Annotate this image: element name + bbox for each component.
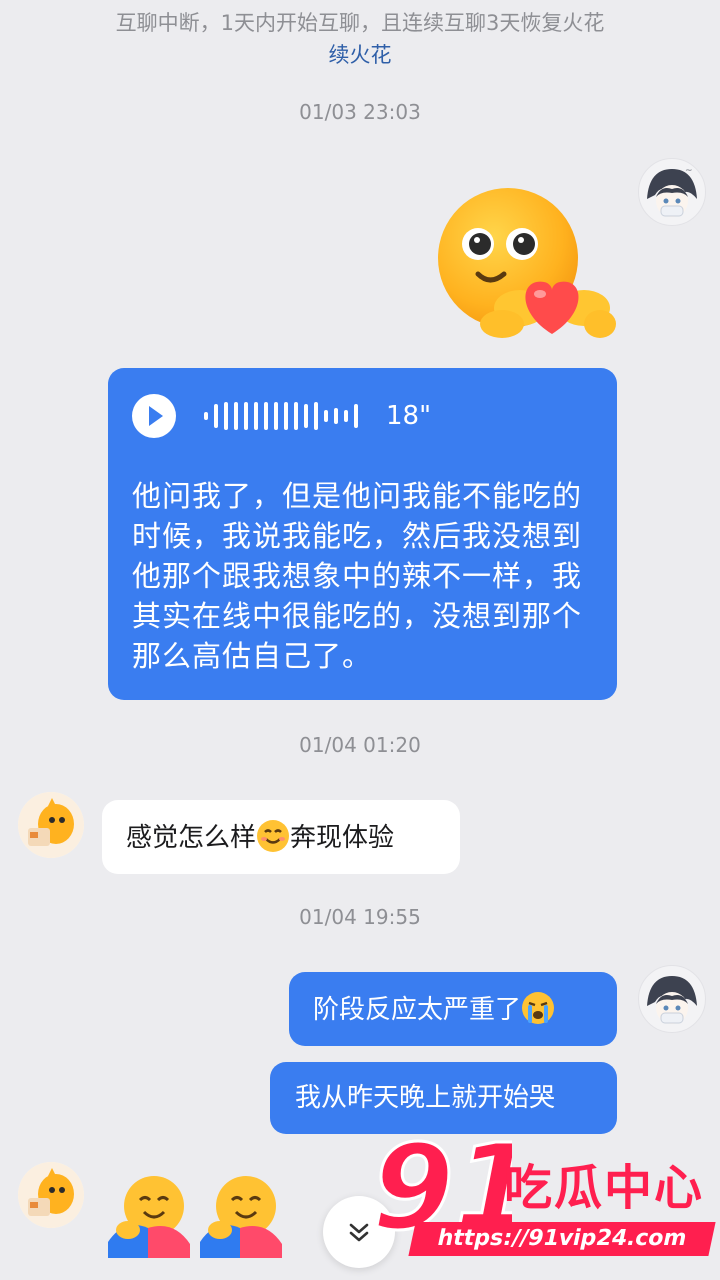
svg-text:~: ~	[685, 166, 693, 176]
message-text: 感觉怎么样	[126, 823, 257, 853]
restore-spark-link[interactable]: 续火花	[0, 40, 720, 70]
incoming-message[interactable]: 感觉怎么样 奔现体验	[102, 800, 460, 874]
voice-duration: 18"	[386, 401, 432, 431]
timestamp: 01/03 23:03	[299, 100, 421, 124]
system-notice: 互聊中断，1天内开始互聊，且连续互聊3天恢复火花	[115, 11, 605, 35]
message-text: 阶段反应太严重了	[313, 995, 522, 1025]
waveform	[204, 402, 358, 430]
message-text: 我从昨天晚上就开始哭	[295, 1083, 556, 1113]
outgoing-message[interactable]: 我从昨天晚上就开始哭	[270, 1062, 617, 1134]
sticker-heart-hands-icon[interactable]	[432, 182, 616, 346]
timestamp: 01/04 19:55	[299, 905, 421, 929]
voice-message-bubble[interactable]: 18" 他问我了，但是他问我能不能吃的时候，我说我能吃，然后我没想到他那个跟我想…	[108, 368, 617, 700]
chevron-double-down-icon	[349, 1223, 369, 1242]
crying-emoji-icon	[521, 991, 555, 1025]
hug-emoji-icon[interactable]	[104, 1172, 192, 1258]
smile-emoji-icon	[256, 819, 290, 853]
friend-avatar[interactable]	[18, 1162, 84, 1228]
voice-transcript: 他问我了，但是他问我能不能吃的时候，我说我能吃，然后我没想到他那个跟我想象中的辣…	[132, 479, 583, 673]
watermark-url: https://91vip24.com	[408, 1222, 716, 1256]
hug-emoji-icon[interactable]	[196, 1172, 284, 1258]
friend-avatar[interactable]	[18, 792, 84, 858]
timestamp: 01/04 01:20	[299, 733, 421, 757]
outgoing-message[interactable]: 阶段反应太严重了	[289, 972, 617, 1046]
my-avatar[interactable]: ~	[638, 158, 706, 226]
watermark-brand: 吃瓜中心	[504, 1160, 705, 1216]
my-avatar[interactable]	[638, 965, 706, 1033]
play-icon[interactable]	[132, 394, 176, 438]
chat-screen: 互聊中断，1天内开始互聊，且连续互聊3天恢复火花 续火花 01/03 23:03…	[0, 0, 720, 1280]
watermark: 91 吃瓜中心 https://91vip24.com	[372, 1130, 716, 1270]
message-text: 奔现体验	[290, 823, 395, 853]
